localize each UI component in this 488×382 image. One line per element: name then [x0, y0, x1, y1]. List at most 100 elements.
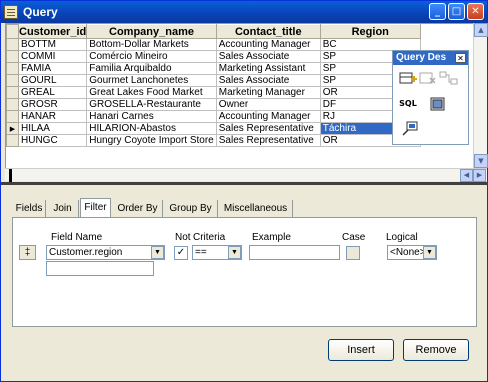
column-header-contact-title[interactable]: Contact_title [215, 24, 321, 39]
title-bar[interactable]: Query _ □ ✕ [1, 1, 487, 23]
table-row[interactable]: ▶ HILAA HILARION-Abastos Sales Representati… [6, 122, 421, 135]
criteria-chevron-down-icon[interactable]: ▼ [228, 246, 241, 259]
grid-header-row: Customer_id Company_name Contact_title R… [6, 24, 421, 39]
cell-contact-title[interactable]: Marketing Manager [215, 86, 321, 99]
table-row[interactable]: COMMI Comércio Mineiro Sales Associate SP [6, 50, 421, 63]
cell-customer-id[interactable]: FAMIA [17, 62, 88, 75]
row-selector[interactable] [6, 38, 19, 51]
remove-button[interactable]: Remove [403, 339, 469, 361]
criteria-header: Criteria [193, 232, 226, 243]
cell-company-name[interactable]: Bottom-Dollar Markets [86, 38, 217, 51]
criteria-dropdown[interactable]: == ▼ [192, 245, 242, 260]
row-selector[interactable] [6, 50, 19, 63]
column-header-company-name[interactable]: Company_name [86, 24, 217, 39]
logical-chevron-down-icon[interactable]: ▼ [423, 246, 436, 259]
filter-panel: Field Name Not Criteria Example Case Log… [12, 217, 477, 327]
cell-company-name[interactable]: Comércio Mineiro [86, 50, 217, 63]
horizontal-scroll-thumb[interactable] [9, 169, 12, 182]
row-selector[interactable] [6, 98, 19, 111]
case-checkbox[interactable] [346, 246, 360, 260]
vertical-scrollbar[interactable]: ▲ ▼ [473, 23, 488, 168]
cell-company-name[interactable]: Hungry Coyote Import Store [86, 134, 217, 147]
remove-table-icon[interactable] [419, 70, 437, 86]
row-selector[interactable]: ▶ [6, 122, 19, 135]
field-name-dropdown[interactable]: Customer.region ▼ [46, 245, 165, 260]
cell-contact-title[interactable]: Owner [215, 98, 321, 111]
cell-company-name[interactable]: Hanari Carnes [86, 110, 217, 123]
example-input[interactable] [249, 245, 340, 260]
cell-customer-id[interactable]: GROSR [17, 98, 88, 111]
output-settings-icon[interactable] [429, 96, 447, 112]
toolbar-close-icon[interactable]: ✕ [455, 53, 466, 63]
table-row[interactable]: FAMIA Familia Arquibaldo Marketing Assista… [6, 62, 421, 75]
tab-miscellaneous[interactable]: Miscellaneous [219, 200, 293, 217]
insert-button[interactable]: Insert [328, 339, 394, 361]
row-selector[interactable] [6, 86, 19, 99]
table-row[interactable]: BOTTM Bottom-Dollar Markets Accounting Man… [6, 38, 421, 51]
cell-contact-title[interactable]: Sales Associate [215, 74, 321, 87]
close-button[interactable]: ✕ [467, 3, 484, 20]
cell-contact-title[interactable]: Accounting Manager [215, 110, 321, 123]
criteria-value: == [195, 247, 207, 258]
scroll-right-arrow-icon[interactable]: ▶ [473, 169, 486, 182]
row-selector[interactable] [6, 74, 19, 87]
logical-value: <None> [390, 247, 426, 258]
results-table: Customer_id Company_name Contact_title R… [6, 24, 421, 147]
window-title: Query [23, 5, 58, 19]
field-name-chevron-down-icon[interactable]: ▼ [151, 246, 164, 259]
column-header-customer-id[interactable]: Customer_id [17, 24, 88, 39]
logical-dropdown[interactable]: <None> ▼ [387, 245, 437, 260]
not-checkbox[interactable]: ✓ [174, 246, 188, 260]
cell-company-name[interactable]: GROSELLA-Restaurante [86, 98, 217, 111]
cell-customer-id[interactable]: COMMI [17, 50, 88, 63]
tab-filter[interactable]: Filter [80, 198, 111, 218]
tab-join[interactable]: Join [47, 200, 79, 217]
table-row[interactable]: GROSR GROSELLA-Restaurante Owner DF [6, 98, 421, 111]
field-name-edit-box[interactable] [46, 261, 154, 276]
query-designer-toolbar: Query Des ✕ SQL [392, 50, 469, 145]
cell-company-name[interactable]: Gourmet Lanchonetes [86, 74, 217, 87]
table-row[interactable]: HANAR Hanari Carnes Accounting Manager RJ [6, 110, 421, 123]
example-header: Example [252, 232, 291, 243]
pane-splitter[interactable] [1, 182, 488, 185]
cell-customer-id[interactable]: GREAL [17, 86, 88, 99]
maximize-button[interactable]: □ [448, 3, 465, 20]
add-table-icon[interactable] [399, 70, 417, 86]
row-selector[interactable] [6, 110, 19, 123]
tab-fields[interactable]: Fields [13, 200, 46, 217]
table-row[interactable]: GREAL Great Lakes Food Market Marketing Ma… [6, 86, 421, 99]
cell-company-name[interactable]: HILARION-Abastos [86, 122, 217, 135]
cell-company-name[interactable]: Familia Arquibaldo [86, 62, 217, 75]
scroll-down-arrow-icon[interactable]: ▼ [474, 154, 488, 168]
minimize-button[interactable]: _ [429, 3, 446, 20]
cell-contact-title[interactable]: Accounting Manager [215, 38, 321, 51]
tab-order-by[interactable]: Order By [113, 200, 163, 217]
cell-contact-title[interactable]: Sales Associate [215, 50, 321, 63]
row-selector[interactable] [6, 134, 19, 147]
add-join-icon[interactable] [439, 70, 458, 86]
query-window-icon [4, 5, 18, 19]
cell-customer-id[interactable]: HANAR [17, 110, 88, 123]
scroll-up-arrow-icon[interactable]: ▲ [474, 23, 488, 37]
cell-company-name[interactable]: Great Lakes Food Market [86, 86, 217, 99]
table-row[interactable]: HUNGC Hungry Coyote Import Store Sales Rep… [6, 134, 421, 147]
table-row[interactable]: GOURL Gourmet Lanchonetes Sales Associate S… [6, 74, 421, 87]
row-selector[interactable] [6, 62, 19, 75]
maximize-table-view-icon[interactable] [401, 121, 419, 137]
tab-group-by[interactable]: Group By [164, 200, 218, 217]
column-header-region[interactable]: Region [319, 24, 421, 39]
cell-contact-title[interactable]: Sales Representative [215, 122, 321, 135]
cell-contact-title[interactable]: Marketing Assistant [215, 62, 321, 75]
cell-customer-id[interactable]: BOTTM [17, 38, 88, 51]
cell-customer-id[interactable]: HUNGC [17, 134, 88, 147]
horizontal-scrollbar[interactable]: ◀ ▶ [5, 168, 487, 182]
cell-customer-id[interactable]: GOURL [17, 74, 88, 87]
row-mover-handle[interactable]: ‡ [19, 245, 36, 260]
query-window: Query _ □ ✕ Customer_id Company_name Con… [0, 0, 488, 382]
cell-region[interactable]: BC [319, 38, 421, 51]
cell-contact-title[interactable]: Sales Representative [215, 134, 321, 147]
scroll-left-arrow-icon[interactable]: ◀ [460, 169, 473, 182]
cell-customer-id[interactable]: HILAA [17, 122, 88, 135]
not-header: Not [175, 232, 191, 243]
view-sql-icon[interactable]: SQL [399, 96, 417, 112]
